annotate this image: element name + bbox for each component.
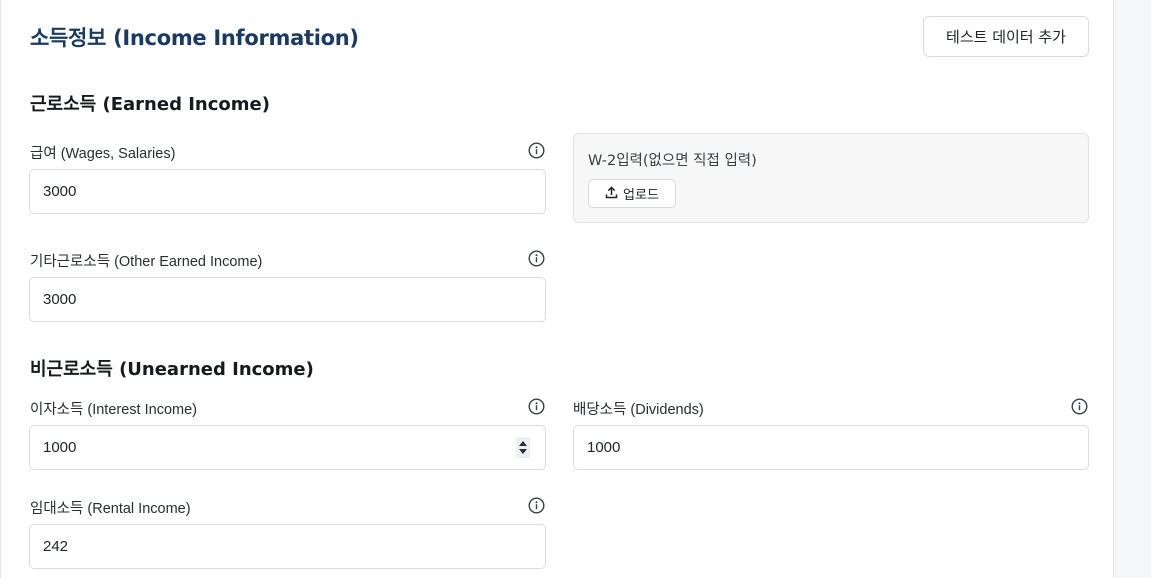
number-stepper[interactable] (516, 437, 530, 458)
info-icon[interactable] (528, 398, 545, 415)
page-title: 소득정보 (Income Information) (30, 26, 359, 50)
other-earned-income-input[interactable]: 3000 (29, 277, 546, 322)
upload-icon (605, 186, 618, 202)
add-test-data-button[interactable]: 테스트 데이터 추가 (923, 16, 1089, 57)
info-icon[interactable] (528, 497, 545, 514)
earned-income-section-title: 근로소득 (Earned Income) (30, 94, 270, 115)
income-form-panel: 소득정보 (Income Information) 테스트 데이터 추가 근로소… (0, 0, 1114, 578)
dividends-input[interactable]: 1000 (573, 425, 1089, 470)
w2-upload-box: W-2입력(없으면 직접 입력) 업로드 (573, 133, 1089, 223)
info-icon[interactable] (1071, 398, 1088, 415)
interest-income-value: 1000 (43, 439, 77, 456)
page-scroll-track[interactable] (1114, 0, 1151, 578)
info-icon[interactable] (528, 250, 545, 267)
unearned-income-section-title: 비근로소득 (Unearned Income) (30, 359, 314, 380)
caret-down-icon[interactable] (519, 449, 527, 454)
other-earned-income-label: 기타근로소득 (Other Earned Income) (30, 254, 263, 270)
rental-income-input[interactable]: 242 (29, 524, 546, 569)
w2-label: W-2입력(없으면 직접 입력) (588, 153, 757, 169)
interest-income-label: 이자소득 (Interest Income) (30, 402, 197, 418)
wages-input[interactable]: 3000 (29, 169, 546, 214)
caret-up-icon[interactable] (519, 441, 527, 446)
rental-income-label: 임대소득 (Rental Income) (30, 501, 191, 517)
dividends-label: 배당소득 (Dividends) (573, 402, 704, 418)
upload-button[interactable]: 업로드 (588, 179, 676, 208)
info-icon[interactable] (528, 142, 545, 159)
wages-label: 급여 (Wages, Salaries) (30, 146, 176, 162)
upload-button-label: 업로드 (623, 187, 659, 202)
interest-income-input[interactable]: 1000 (29, 425, 546, 470)
